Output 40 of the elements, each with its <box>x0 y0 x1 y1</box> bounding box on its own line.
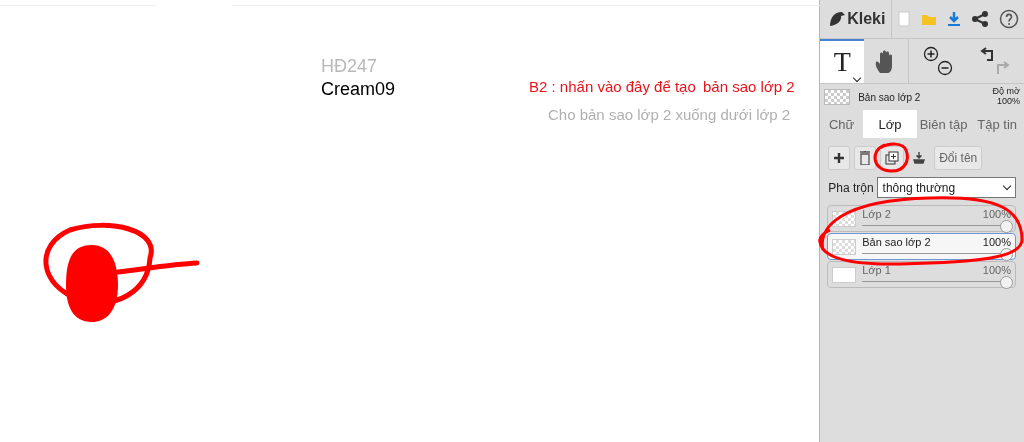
layer-name: Bản sao lớp 2 <box>862 236 931 248</box>
layer-item[interactable]: Lớp 2 100% <box>827 205 1016 232</box>
layer-name: Lớp 2 <box>862 208 891 220</box>
duplicate-layer-button[interactable] <box>880 146 905 170</box>
help-icon[interactable] <box>998 9 1019 29</box>
opacity-slider-thumb[interactable] <box>1000 276 1013 289</box>
zoom-out-icon[interactable] <box>936 60 953 76</box>
blend-label: Pha trộn <box>828 180 874 195</box>
layer-item[interactable]: Lớp 1 100% <box>827 261 1016 288</box>
download-icon[interactable] <box>947 11 962 27</box>
canvas-text: Cream09 <box>321 79 396 100</box>
rename-button[interactable]: Đổi tên <box>934 146 983 170</box>
opacity-value: 100% <box>982 264 1011 276</box>
tab[interactable]: Biên tập <box>916 110 971 138</box>
bird-icon <box>828 10 847 28</box>
canvas-text: bản sao lớp 2 <box>703 78 795 95</box>
canvas-text: Cho bản sao lớp 2 xuống dưới lớp 2 <box>548 106 791 123</box>
opacity-slider-thumb[interactable] <box>1000 220 1013 233</box>
opacity-value: 100% <box>982 208 1011 220</box>
tab[interactable]: Tập tin <box>970 110 1024 138</box>
opacity-label: Độ mờ 100% <box>992 87 1020 107</box>
layer-name: Lớp 1 <box>862 264 891 276</box>
layer-thumbnail <box>824 89 851 105</box>
canvas-text: HĐ247 <box>321 56 378 77</box>
zoom-in-icon[interactable] <box>922 46 939 62</box>
blend-dropdown[interactable]: thông thường <box>876 177 1016 198</box>
trash-icon <box>860 151 871 165</box>
merge-down-icon <box>913 151 926 165</box>
tab[interactable]: Chữ <box>820 110 864 138</box>
plus-icon <box>834 153 845 163</box>
tab[interactable]: Lớp <box>863 110 917 138</box>
app-logo: Kleki <box>847 10 886 28</box>
share-icon[interactable] <box>971 11 988 27</box>
add-layer-button[interactable] <box>828 146 851 170</box>
text-tool[interactable]: T <box>820 39 865 83</box>
canvas-text: B2 : nhấn vào đây để tạo <box>529 78 696 95</box>
layer-item[interactable]: Bản sao lớp 2 100% <box>827 233 1016 260</box>
layer-name: Bản sao lớp 2 <box>858 91 922 103</box>
duplicate-icon <box>885 151 900 165</box>
opacity-value: 100% <box>982 236 1011 248</box>
